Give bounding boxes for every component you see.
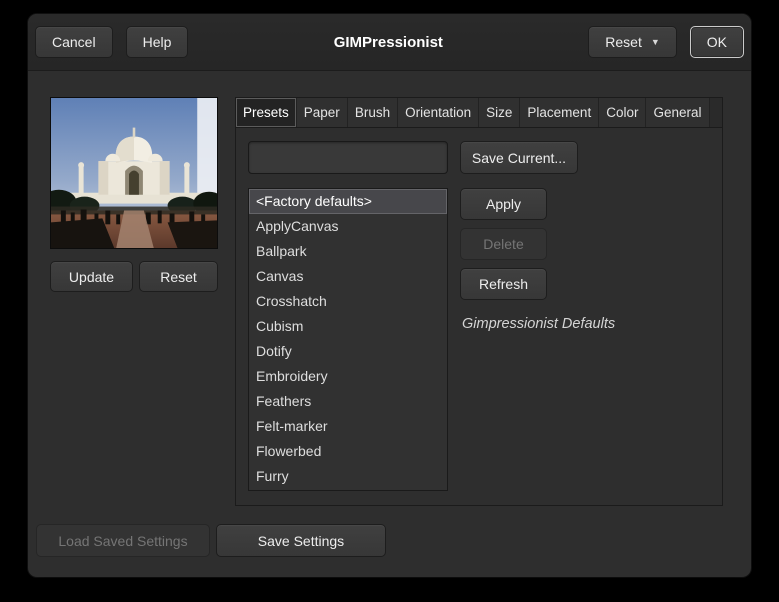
tab-general[interactable]: General	[646, 98, 710, 127]
preset-list-item[interactable]: ApplyCanvas	[249, 214, 447, 239]
chevron-down-icon: ▼	[650, 37, 660, 47]
preset-description: Gimpressionist Defaults	[462, 316, 616, 332]
tab-presets[interactable]: Presets	[236, 98, 297, 127]
preset-list-item[interactable]: Flowerbed	[249, 439, 447, 464]
preview-reset-button[interactable]: Reset	[139, 261, 218, 292]
tab-brush[interactable]: Brush	[347, 98, 399, 127]
taj-mahal-illustration	[51, 98, 217, 248]
save-settings-button[interactable]: Save Settings	[216, 524, 386, 557]
refresh-button[interactable]: Refresh	[460, 268, 547, 300]
dialog-title: GIMPressionist	[333, 33, 443, 51]
ok-button[interactable]: OK	[689, 26, 744, 58]
preset-list-item[interactable]: <Factory defaults>	[249, 189, 447, 214]
preset-list-item[interactable]: Canvas	[249, 264, 447, 289]
tab-size[interactable]: Size	[479, 98, 521, 127]
preview-image	[50, 97, 218, 249]
preset-list-item[interactable]: Ballpark	[249, 239, 447, 264]
gimpressionist-dialog: Cancel Help GIMPressionist Reset ▼ OK Up…	[28, 14, 751, 577]
help-button[interactable]: Help	[125, 26, 189, 58]
preset-list-item[interactable]: Dotify	[249, 339, 447, 364]
reset-dropdown-button[interactable]: Reset ▼	[588, 26, 677, 58]
cancel-button[interactable]: Cancel	[35, 26, 113, 58]
delete-button[interactable]: Delete	[460, 228, 547, 260]
reset-dropdown-label: Reset	[605, 34, 642, 50]
preset-list-item[interactable]: Furry	[249, 464, 447, 489]
tab-bar: Presets Paper Brush Orientation Size Pla…	[236, 98, 722, 128]
tab-paper[interactable]: Paper	[296, 98, 348, 127]
preset-list-item[interactable]: Feathers	[249, 389, 447, 414]
preset-name-input[interactable]	[248, 141, 448, 174]
load-saved-settings-button[interactable]: Load Saved Settings	[36, 524, 210, 557]
header-bar: Cancel Help GIMPressionist Reset ▼ OK	[28, 14, 751, 71]
apply-button[interactable]: Apply	[460, 188, 547, 220]
preset-list-item[interactable]: Embroidery	[249, 364, 447, 389]
tab-color[interactable]: Color	[599, 98, 647, 127]
settings-notebook: Presets Paper Brush Orientation Size Pla…	[235, 97, 723, 506]
preset-list-item[interactable]: Crosshatch	[249, 289, 447, 314]
preset-list-item[interactable]: Felt-marker	[249, 414, 447, 439]
update-button[interactable]: Update	[50, 261, 133, 292]
save-current-button[interactable]: Save Current...	[460, 141, 578, 174]
preset-list-item[interactable]: Cubism	[249, 314, 447, 339]
presets-list: <Factory defaults> ApplyCanvas Ballpark …	[248, 188, 448, 491]
tab-placement[interactable]: Placement	[520, 98, 600, 127]
tab-orientation[interactable]: Orientation	[398, 98, 480, 127]
